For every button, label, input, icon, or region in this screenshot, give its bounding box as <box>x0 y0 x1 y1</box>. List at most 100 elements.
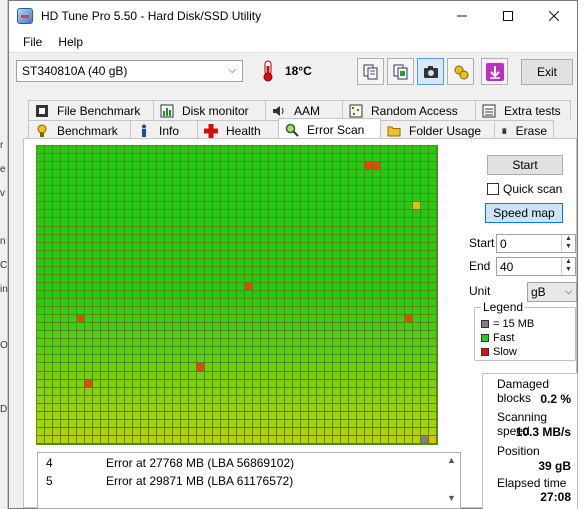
scan-block <box>125 162 133 171</box>
scan-block <box>333 355 341 364</box>
scan-block <box>293 170 301 179</box>
scan-block <box>349 226 357 235</box>
scan-block <box>205 178 213 187</box>
scan-block <box>237 234 245 243</box>
log-scrollbar[interactable]: ▲ ▼ <box>444 453 460 508</box>
tab-file-benchmark[interactable]: File Benchmark <box>28 100 154 120</box>
menu-help[interactable]: Help <box>50 35 91 49</box>
title-bar[interactable]: HD Tune Pro 5.50 - Hard Disk/SSD Utility <box>9 1 577 31</box>
tab-health[interactable]: Health <box>197 120 279 140</box>
scan-block <box>429 194 437 203</box>
tab-disk-monitor[interactable]: Disk monitor <box>153 100 266 120</box>
list-item[interactable]: 5 Error at 29871 MB (LBA 61176572) <box>46 474 293 488</box>
scan-block <box>229 162 237 171</box>
scan-block <box>205 323 213 332</box>
tab-random-access[interactable]: Random Access <box>342 100 476 120</box>
scan-block <box>237 218 245 227</box>
scan-block <box>325 323 333 332</box>
scan-block <box>341 307 349 316</box>
start-spinner[interactable]: ▲ ▼ <box>561 235 575 252</box>
tab-extra-tests[interactable]: Extra tests <box>475 100 571 120</box>
error-log-list[interactable]: 4 Error at 27768 MB (LBA 56869102) 5 Err… <box>37 452 461 509</box>
scan-block <box>301 331 309 340</box>
end-spinner[interactable]: ▲ ▼ <box>561 258 575 275</box>
menu-file[interactable]: File <box>15 35 50 49</box>
scan-block <box>389 250 397 259</box>
scan-block <box>173 162 181 171</box>
scan-block <box>37 250 45 259</box>
scan-block <box>317 299 325 308</box>
screenshot-button[interactable] <box>417 58 444 85</box>
options-button[interactable] <box>447 58 474 85</box>
scan-block <box>397 290 405 300</box>
scan-block <box>229 379 237 388</box>
scan-block <box>269 258 277 267</box>
tab-info[interactable]: Info <box>130 120 198 140</box>
tab-benchmark[interactable]: Benchmark <box>28 120 131 140</box>
scan-block <box>389 162 397 171</box>
scan-block <box>189 258 197 267</box>
scan-block <box>213 154 221 163</box>
scan-block <box>165 347 173 356</box>
scan-block <box>61 178 69 187</box>
scan-block <box>269 387 277 396</box>
scan-block <box>237 242 245 251</box>
unit-select[interactable]: gB ⌵ <box>527 282 577 302</box>
scan-block <box>261 347 269 356</box>
scan-block <box>341 226 349 235</box>
scan-block <box>69 331 77 340</box>
scroll-down-icon[interactable]: ▼ <box>447 493 456 503</box>
scan-block <box>229 274 237 283</box>
scan-block <box>301 242 309 251</box>
scan-block <box>221 210 229 219</box>
random-access-icon <box>349 104 363 117</box>
start-input[interactable]: 0 ▲ ▼ <box>496 234 576 253</box>
scan-block <box>37 162 45 171</box>
quick-scan-checkbox[interactable]: Quick scan <box>487 182 562 196</box>
scan-block <box>197 379 205 388</box>
checkbox-box[interactable] <box>487 183 499 195</box>
scan-block <box>93 186 101 195</box>
scan-block <box>413 242 421 251</box>
scan-block <box>141 371 149 380</box>
start-button[interactable]: Start <box>487 155 563 175</box>
scan-block <box>325 242 333 251</box>
scan-block <box>373 371 381 380</box>
scan-block <box>173 395 181 404</box>
scan-block <box>341 379 349 388</box>
scan-block <box>85 266 93 275</box>
exit-button[interactable]: Exit <box>521 59 573 85</box>
scan-block <box>261 355 269 364</box>
close-button[interactable] <box>531 1 577 31</box>
scan-block <box>301 202 309 211</box>
copy-text-button[interactable] <box>357 58 384 85</box>
tab-erase[interactable]: Erase <box>494 120 554 140</box>
maximize-button[interactable] <box>485 1 531 31</box>
scroll-up-icon[interactable]: ▲ <box>447 455 456 465</box>
tab-error-scan[interactable]: Error Scan <box>278 118 381 140</box>
minimize-button[interactable] <box>439 1 485 31</box>
scan-block <box>269 323 277 332</box>
end-input[interactable]: 40 ▲ ▼ <box>496 257 576 276</box>
list-item[interactable]: 4 Error at 27768 MB (LBA 56869102) <box>46 456 294 470</box>
scan-block <box>397 194 405 203</box>
save-button[interactable] <box>481 58 508 85</box>
scan-block <box>357 371 365 380</box>
scan-block <box>413 435 421 444</box>
scan-block <box>53 379 61 388</box>
drive-select[interactable]: ST340810A (40 gB) ⌵ <box>16 60 243 82</box>
scan-block <box>173 234 181 243</box>
scan-block <box>261 307 269 316</box>
speed-map-button[interactable]: Speed map <box>485 203 563 223</box>
tab-folder-usage[interactable]: Folder Usage <box>380 120 495 140</box>
copy-info-button[interactable] <box>387 58 414 85</box>
scan-block <box>381 395 389 404</box>
scan-block <box>205 258 213 267</box>
scan-block <box>285 186 293 195</box>
scan-block <box>197 154 205 163</box>
scan-block <box>253 355 261 364</box>
scan-block <box>373 218 381 227</box>
scan-block <box>61 339 69 348</box>
tab-aam[interactable]: AAM <box>265 100 343 120</box>
scan-block <box>293 387 301 396</box>
